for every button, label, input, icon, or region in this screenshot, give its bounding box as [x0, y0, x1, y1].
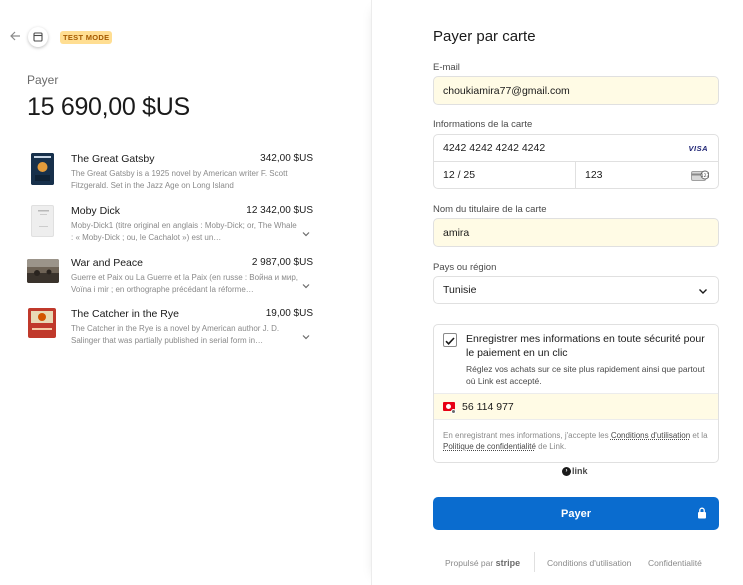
card-number-value: 4242 4242 4242 4242: [443, 142, 546, 154]
pay-button-label: Payer: [561, 507, 591, 520]
item-title: The Catcher in the Rye: [71, 308, 179, 320]
line-item: The Catcher in the Rye 19,00 $US The Cat…: [27, 308, 317, 352]
card-expiry-field[interactable]: 12 / 25: [434, 162, 576, 188]
link-logo: › link: [562, 466, 588, 476]
save-info-label[interactable]: Enregistrer mes informations en toute sé…: [466, 332, 706, 360]
chevron-down-icon[interactable]: [301, 278, 311, 289]
test-mode-badge: TEST MODE: [60, 31, 113, 44]
line-item: War and Peace 2 987,00 $US Guerre et Pai…: [27, 257, 317, 301]
save-info-checkbox[interactable]: [443, 333, 457, 347]
lock-icon: [697, 507, 707, 519]
line-item: Moby Dick 12 342,00 $US Moby-Dick1 (titr…: [27, 205, 317, 249]
country-select[interactable]: Tunisie: [433, 276, 719, 304]
cardholder-field[interactable]: amira: [433, 218, 719, 247]
footer-divider: [534, 552, 535, 572]
item-title: War and Peace: [71, 257, 143, 269]
terms-link[interactable]: Conditions d'utilisation: [547, 558, 631, 568]
pay-button[interactable]: Payer: [433, 497, 719, 530]
chevron-down-icon: [698, 286, 708, 296]
privacy-link[interactable]: Confidentialité: [648, 558, 702, 568]
book-cover-image: [31, 205, 54, 237]
arrow-left-icon[interactable]: [9, 30, 23, 44]
email-field[interactable]: choukiamira77@gmail.com: [433, 76, 719, 105]
store-icon[interactable]: [28, 27, 48, 47]
save-info-description: Réglez vos achats sur ce site plus rapid…: [466, 364, 705, 386]
cardholder-value: amira: [443, 226, 470, 239]
form-title: Payer par carte: [433, 28, 536, 45]
line-item: The Great Gatsby 342,00 $US The Great Ga…: [27, 153, 317, 197]
summary-label: Payer: [27, 73, 59, 87]
item-description: Guerre et Paix ou La Guerre et la Paix (…: [71, 273, 298, 294]
item-title: The Great Gatsby: [71, 153, 155, 165]
card-number-field[interactable]: 4242 4242 4242 4242 VISA: [434, 135, 718, 162]
link-terms-text: En enregistrant mes informations, j'acce…: [443, 430, 708, 452]
item-price: 342,00 $US: [260, 153, 313, 164]
link-privacy-link[interactable]: Politique de confidentialité: [443, 442, 536, 451]
item-title: Moby Dick: [71, 205, 121, 217]
book-cover-image: [27, 259, 59, 283]
item-price: 12 342,00 $US: [246, 205, 313, 216]
link-brand-text: link: [572, 466, 588, 476]
card-cvc-value: 123: [585, 169, 603, 181]
country-label: Pays ou région: [433, 262, 497, 273]
order-summary-panel: TEST MODE Payer 15 690,00 $US The Great …: [0, 0, 371, 585]
card-expiry-value: 12 / 25: [443, 169, 476, 181]
cardholder-label: Nom du titulaire de la carte: [433, 204, 547, 215]
item-description: The Great Gatsby is a 1925 novel by Amer…: [71, 169, 288, 190]
cvc-icon: 123: [691, 169, 710, 181]
link-save-box: Enregistrer mes informations en toute sé…: [433, 324, 719, 463]
item-price: 2 987,00 $US: [251, 257, 313, 268]
total-amount: 15 690,00 $US: [27, 93, 190, 121]
stripe-logo: stripe: [495, 558, 521, 568]
item-price: 19,00 $US: [265, 308, 313, 319]
phone-value: 56 114 977: [462, 401, 514, 413]
terms-text: de Link.: [535, 442, 567, 451]
card-info-label: Informations de la carte: [433, 119, 533, 130]
book-cover-image: [28, 308, 56, 338]
terms-text: En enregistrant mes informations, j'acce…: [443, 431, 611, 440]
email-label: E-mail: [433, 62, 460, 73]
svg-text:123: 123: [701, 173, 709, 179]
terms-text: et la: [690, 431, 708, 440]
phone-field[interactable]: 56 114 977: [434, 393, 718, 420]
email-value: choukiamira77@gmail.com: [443, 84, 570, 97]
card-cvc-field[interactable]: 123 123: [576, 162, 718, 188]
chevron-down-icon[interactable]: [301, 329, 311, 340]
powered-by-text: Propulsé par: [445, 558, 494, 568]
book-cover-image: [31, 153, 54, 185]
link-arrow-icon: ›: [562, 466, 571, 476]
payment-form-panel: Payer par carte E-mail choukiamira77@gma…: [371, 0, 743, 585]
powered-by[interactable]: Propulsé par stripe: [445, 558, 520, 568]
link-terms-link[interactable]: Conditions d'utilisation: [611, 431, 690, 440]
visa-icon: VISA: [688, 144, 708, 153]
item-description: The Catcher in the Rye is a novel by Ame…: [71, 324, 280, 345]
country-value: Tunisie: [443, 284, 477, 296]
item-description: Moby-Dick1 (titre original en anglais : …: [71, 221, 297, 242]
chevron-down-icon[interactable]: [301, 226, 311, 237]
flag-selector-icon: [451, 409, 456, 414]
card-info-group: 4242 4242 4242 4242 VISA 12 / 25 123 123: [433, 134, 719, 189]
